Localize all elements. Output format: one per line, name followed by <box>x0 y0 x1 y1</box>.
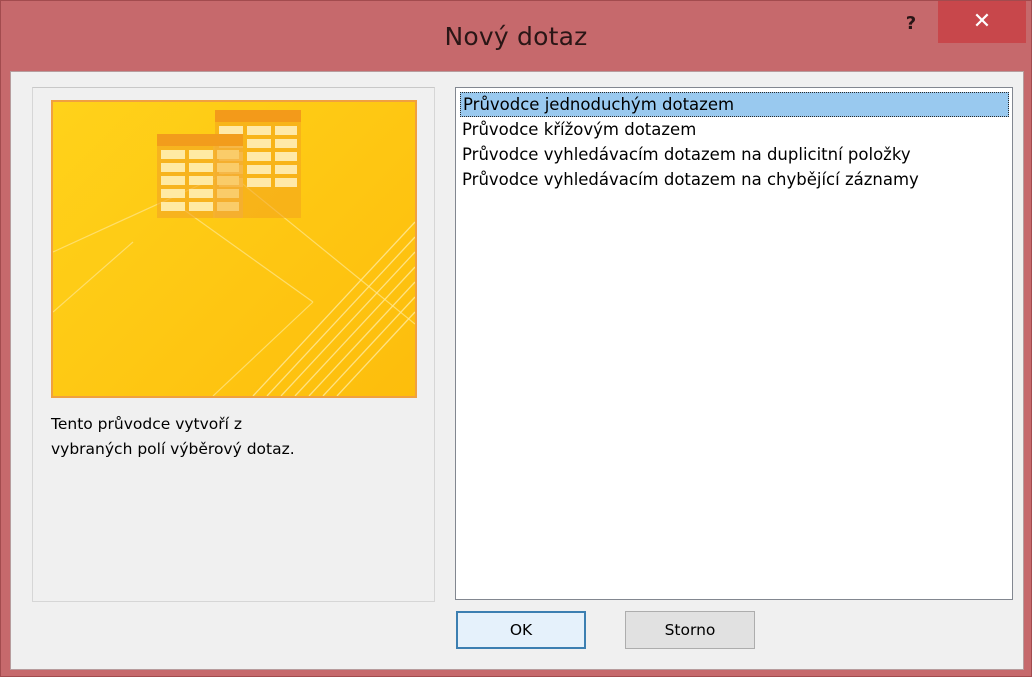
list-item-find-unmatched-wizard[interactable]: Průvodce vyhledávacím dotazem na chybějí… <box>460 167 919 192</box>
description-line-2: vybraných polí výběrový dotaz. <box>51 440 295 458</box>
dialog-window: Nový dotaz ? ✕ Tento průvodce vytvoří z … <box>0 0 1032 677</box>
title-bar[interactable]: Nový dotaz ? ✕ <box>1 1 1031 71</box>
illustration-graphic <box>53 110 415 396</box>
list-item-find-duplicates-wizard[interactable]: Průvodce vyhledávacím dotazem na duplici… <box>460 142 911 167</box>
close-icon: ✕ <box>972 9 992 34</box>
wizard-description: Tento průvodce vytvoří z vybraných polí … <box>51 412 421 462</box>
dialog-client-area: Tento průvodce vytvoří z vybraných polí … <box>10 71 1024 670</box>
dialog-title: Nový dotaz <box>444 22 588 51</box>
help-button[interactable]: ? <box>886 7 936 41</box>
list-item-simple-query-wizard[interactable]: Průvodce jednoduchým dotazem <box>460 92 1009 117</box>
description-line-1: Tento průvodce vytvoří z <box>51 415 243 433</box>
ok-button[interactable]: OK <box>456 611 586 649</box>
preview-panel: Tento průvodce vytvoří z vybraných polí … <box>32 87 435 602</box>
cancel-button[interactable]: Storno <box>625 611 755 649</box>
wizard-list[interactable]: Průvodce jednoduchým dotazem Průvodce kř… <box>455 87 1013 600</box>
help-icon: ? <box>905 13 917 34</box>
close-button[interactable]: ✕ <box>938 1 1026 43</box>
query-wizard-illustration-icon <box>51 100 417 398</box>
list-item-crosstab-query-wizard[interactable]: Průvodce křížovým dotazem <box>460 117 696 142</box>
